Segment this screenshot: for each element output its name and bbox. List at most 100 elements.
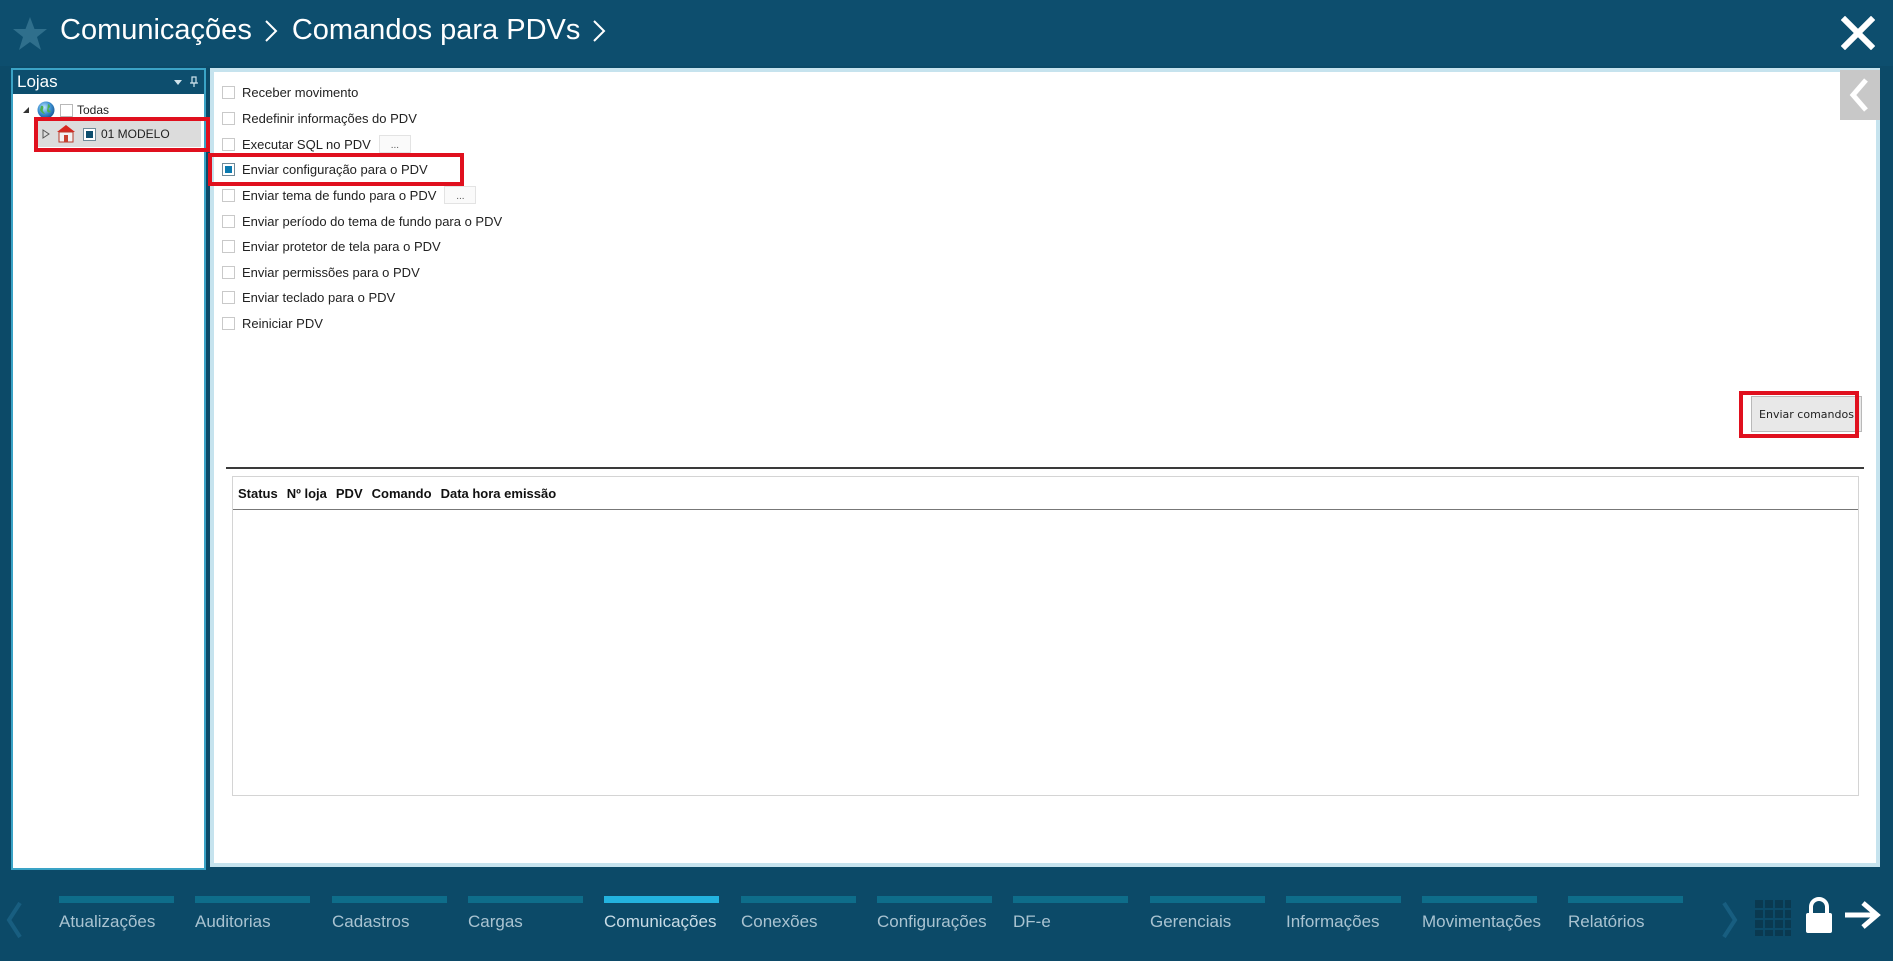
apps-grid-icon[interactable] (1755, 900, 1791, 936)
column-header-data-hora[interactable]: Data hora emissão (441, 486, 557, 501)
command-checkbox[interactable] (222, 188, 235, 202)
command-label: Enviar período do tema de fundo para o P… (242, 213, 503, 229)
command-checkbox[interactable] (222, 137, 235, 151)
command-enviar-tema[interactable]: Enviar tema de fundo para o PDV ... (222, 185, 477, 205)
command-enviar-configuracao[interactable]: Enviar configuração para o PDV (222, 159, 428, 179)
lock-icon[interactable] (1804, 896, 1834, 934)
column-header-pdv[interactable]: PDV (336, 486, 363, 501)
nav-tab-label: Informações (1286, 912, 1380, 931)
nav-tab-bar (877, 896, 992, 903)
command-reiniciar-pdv[interactable]: Reiniciar PDV (222, 313, 323, 333)
collapse-panel-button[interactable] (1840, 70, 1880, 120)
close-icon[interactable] (1841, 16, 1875, 50)
command-label: Enviar permissões para o PDV (242, 264, 420, 280)
nav-tab-label: Cadastros (332, 912, 410, 931)
command-label: Enviar protetor de tela para o PDV (242, 238, 441, 254)
nav-tab-bar (332, 896, 447, 903)
stores-panel: Lojas Todas 01 MODELO (11, 68, 206, 870)
chevron-right-icon (265, 19, 278, 42)
command-enviar-protetor[interactable]: Enviar protetor de tela para o PDV (222, 236, 441, 256)
nav-tab-bar (604, 896, 719, 903)
command-enviar-permissoes[interactable]: Enviar permissões para o PDV (222, 262, 420, 282)
tree-item-01-modelo[interactable]: 01 MODELO (37, 121, 201, 147)
nav-tab-cargas[interactable]: Cargas (468, 896, 583, 932)
nav-tab-label: Conexões (741, 912, 818, 931)
bottom-navigation: Atualizações Auditorias Cadastros Cargas… (0, 872, 1893, 961)
command-label: Enviar configuração para o PDV (242, 161, 428, 177)
command-checkbox[interactable] (222, 265, 235, 279)
column-header-loja[interactable]: Nº loja (287, 486, 327, 501)
nav-tab-relatorios[interactable]: Relatórios (1568, 896, 1683, 932)
collapse-arrow-icon[interactable] (21, 105, 31, 115)
stores-panel-title: Lojas (17, 72, 58, 91)
column-header-comando[interactable]: Comando (372, 486, 432, 501)
nav-tab-movimentacoes[interactable]: Movimentações (1422, 896, 1541, 932)
nav-tab-bar (1286, 896, 1401, 903)
breadcrumb-item-comunicacoes[interactable]: Comunicações (60, 14, 252, 47)
command-executar-sql[interactable]: Executar SQL no PDV ... (222, 134, 411, 154)
pin-icon[interactable] (189, 76, 199, 88)
nav-tab-label: Configurações (877, 912, 987, 931)
nav-tab-label: Relatórios (1568, 912, 1645, 931)
nav-tab-auditorias[interactable]: Auditorias (195, 896, 310, 932)
command-checkbox[interactable] (222, 316, 235, 330)
breadcrumb: Comunicações Comandos para PDVs (60, 14, 620, 47)
command-label: Enviar tema de fundo para o PDV (242, 187, 437, 203)
commands-grid: Status Nº loja PDV Comando Data hora emi… (232, 476, 1859, 796)
modelo-checkbox[interactable] (83, 127, 96, 141)
nav-tab-dfe[interactable]: DF-e (1013, 896, 1128, 932)
nav-tab-label: Cargas (468, 912, 523, 931)
house-icon (57, 125, 75, 143)
command-checkbox[interactable] (222, 214, 235, 228)
command-enviar-teclado[interactable]: Enviar teclado para o PDV (222, 287, 395, 307)
expand-arrow-icon[interactable] (41, 129, 51, 139)
nav-tab-label: Comunicações (604, 912, 717, 931)
command-label: Enviar teclado para o PDV (242, 289, 396, 305)
star-icon[interactable] (10, 14, 50, 54)
command-label: Receber movimento (242, 84, 359, 100)
nav-tab-bar (195, 896, 310, 903)
tree-item-label: 01 MODELO (101, 127, 170, 141)
title-bar: Comunicações Comandos para PDVs (0, 0, 1893, 66)
nav-tab-label: Gerenciais (1150, 912, 1232, 931)
todas-checkbox[interactable] (60, 103, 73, 117)
nav-tab-configuracoes[interactable]: Configurações (877, 896, 992, 932)
theme-browse-button[interactable]: ... (444, 186, 477, 204)
nav-tab-bar (741, 896, 856, 903)
nav-tab-atualizacoes[interactable]: Atualizações (59, 896, 174, 932)
command-enviar-periodo-tema[interactable]: Enviar período do tema de fundo para o P… (222, 211, 502, 231)
nav-tab-conexoes[interactable]: Conexões (741, 896, 856, 932)
nav-tab-bar (468, 896, 583, 903)
send-commands-button[interactable]: Enviar comandos (1751, 396, 1862, 432)
nav-tab-informacoes[interactable]: Informações (1286, 896, 1401, 932)
nav-tab-gerenciais[interactable]: Gerenciais (1150, 896, 1265, 932)
command-checkbox[interactable] (222, 162, 235, 176)
nav-tab-bar (1568, 896, 1683, 903)
nav-tab-comunicacoes[interactable]: Comunicações (604, 896, 719, 932)
command-label: Executar SQL no PDV (242, 136, 371, 152)
nav-right-arrow-icon[interactable] (1720, 900, 1740, 940)
sql-browse-button[interactable]: ... (378, 135, 411, 153)
dropdown-icon[interactable] (173, 77, 183, 87)
command-checkbox[interactable] (222, 290, 235, 304)
tree-item-todas[interactable]: Todas (21, 99, 109, 121)
command-receber-movimento[interactable]: Receber movimento (222, 82, 358, 102)
nav-tab-cadastros[interactable]: Cadastros (332, 896, 447, 932)
command-checkbox[interactable] (222, 239, 235, 253)
tree-item-label: Todas (77, 103, 110, 117)
grid-body (233, 510, 1858, 796)
arrow-right-icon[interactable] (1842, 900, 1882, 930)
globe-icon (37, 101, 55, 119)
chevron-right-icon (593, 19, 606, 42)
breadcrumb-item-comandos[interactable]: Comandos para PDVs (292, 14, 581, 47)
divider (226, 467, 1864, 469)
column-header-status[interactable]: Status (238, 486, 278, 501)
nav-tab-bar (1422, 896, 1537, 903)
main-panel: Receber movimento Redefinir informações … (210, 68, 1880, 867)
nav-left-arrow-icon[interactable] (4, 900, 24, 940)
nav-tab-label: Atualizações (59, 912, 156, 931)
command-checkbox[interactable] (222, 111, 235, 125)
nav-tab-bar (59, 896, 174, 903)
command-redefinir-informacoes[interactable]: Redefinir informações do PDV (222, 108, 417, 128)
command-checkbox[interactable] (222, 85, 235, 99)
